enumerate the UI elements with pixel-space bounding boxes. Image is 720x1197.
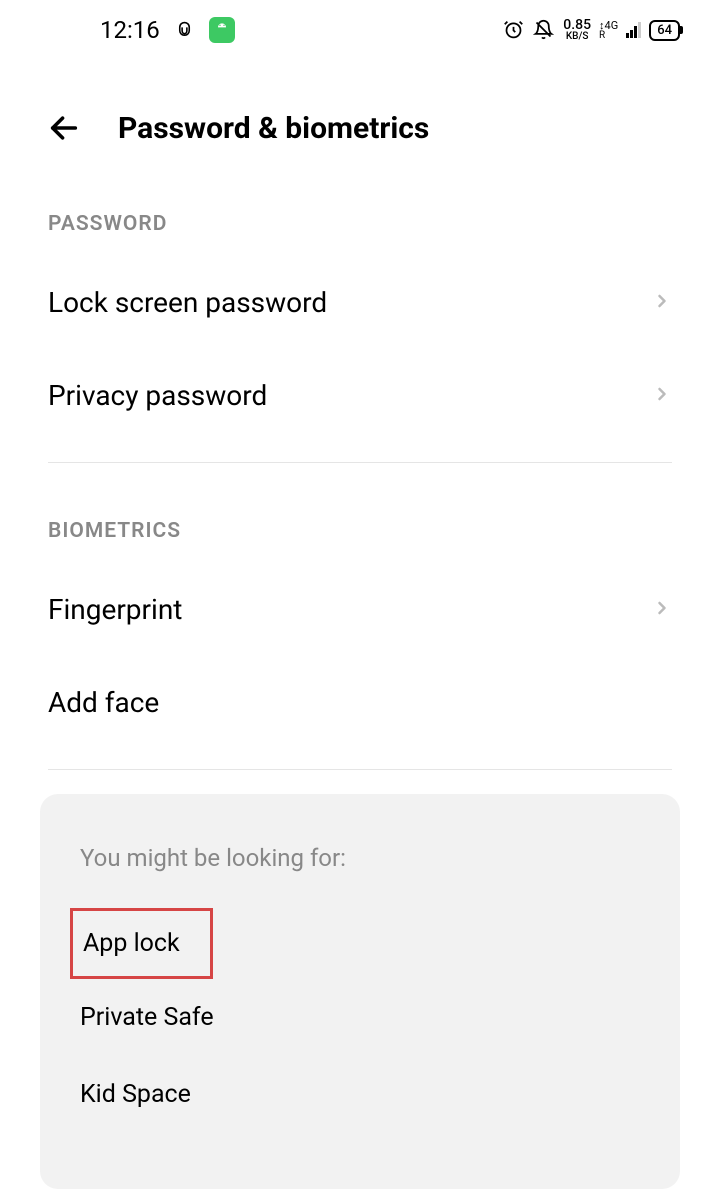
settings-label: Fingerprint — [48, 593, 182, 626]
suggestions-box: You might be looking for: App lock Priva… — [40, 794, 680, 1189]
header: Password & biometrics — [0, 60, 720, 176]
status-time: 12:16 — [100, 16, 160, 44]
battery-indicator: 64 — [649, 20, 680, 41]
chevron-right-icon — [652, 384, 672, 408]
suggestion-app-lock[interactable]: App lock — [70, 908, 213, 979]
chevron-right-icon — [652, 291, 672, 315]
signal-icon — [626, 22, 641, 38]
status-left: 12:16 — [100, 16, 235, 44]
suggestions-title: You might be looking for: — [80, 844, 640, 872]
add-face-item[interactable]: Add face — [0, 656, 720, 749]
suggestion-private-safe[interactable]: Private Safe — [80, 979, 640, 1056]
network-speed: 0.85 KB/S — [563, 18, 591, 42]
settings-label: Add face — [48, 686, 159, 719]
status-bar: 12:16 — [0, 0, 720, 60]
fingerprint-icon — [174, 20, 195, 41]
settings-label: Lock screen password — [48, 286, 327, 319]
alarm-icon — [503, 19, 525, 41]
back-button[interactable] — [46, 110, 82, 146]
divider — [48, 769, 672, 770]
privacy-password-item[interactable]: Privacy password — [0, 349, 720, 442]
suggestion-kid-space[interactable]: Kid Space — [80, 1056, 640, 1133]
settings-label: Privacy password — [48, 379, 267, 412]
section-header-biometrics: BIOMETRICS — [0, 483, 720, 563]
android-icon — [209, 17, 235, 43]
fingerprint-item[interactable]: Fingerprint — [0, 563, 720, 656]
divider — [48, 462, 672, 463]
chevron-right-icon — [652, 598, 672, 622]
page-title: Password & biometrics — [118, 111, 429, 146]
network-type: ↕4G R — [599, 20, 618, 41]
notification-mute-icon — [533, 19, 555, 41]
status-right: 0.85 KB/S ↕4G R 64 — [503, 18, 680, 42]
lock-screen-password-item[interactable]: Lock screen password — [0, 256, 720, 349]
section-header-password: PASSWORD — [0, 176, 720, 256]
